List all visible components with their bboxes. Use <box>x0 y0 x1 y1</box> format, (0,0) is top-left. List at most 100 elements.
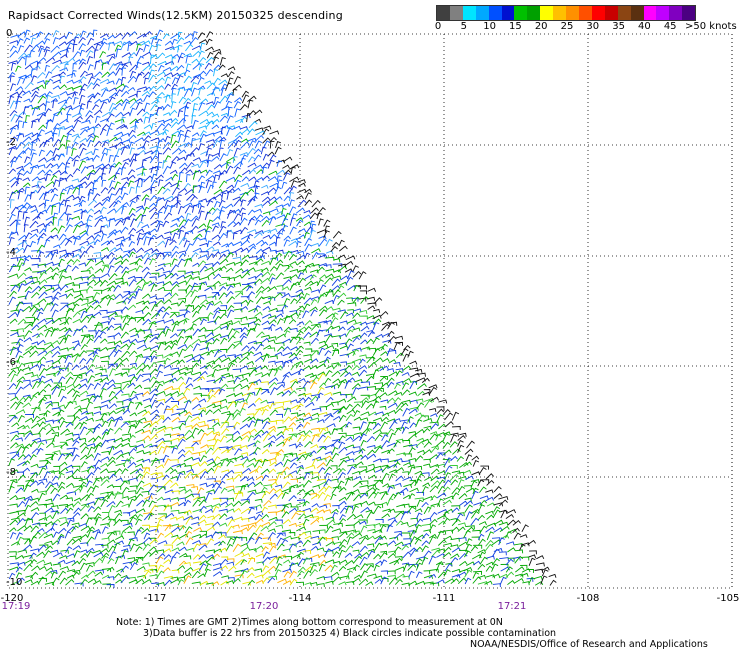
wind-barb <box>32 437 42 442</box>
wind-barb <box>185 271 194 276</box>
wind-barb <box>22 177 30 182</box>
wind-barb <box>156 416 165 423</box>
wind-barb <box>148 546 157 552</box>
wind-barb <box>108 63 117 71</box>
wind-barb <box>94 321 102 331</box>
wind-barb <box>79 147 87 157</box>
wind-barb <box>254 311 263 317</box>
wind-barb <box>206 538 215 545</box>
wind-barb <box>52 51 62 58</box>
wind-barb <box>22 136 32 143</box>
wind-barb <box>318 254 328 259</box>
wind-barb <box>311 263 320 268</box>
wind-barb <box>136 565 146 571</box>
wind-barb <box>232 536 240 545</box>
wind-barb <box>36 416 47 423</box>
wind-barb <box>198 185 205 194</box>
wind-barb <box>373 318 382 325</box>
wind-barb <box>85 181 95 189</box>
wind-barb <box>17 362 25 370</box>
wind-barb <box>254 574 264 579</box>
wind-barb <box>255 176 264 182</box>
wind-barb <box>415 546 423 553</box>
wind-barb <box>247 346 256 352</box>
wind-barb <box>30 422 41 429</box>
wind-barb <box>269 402 276 410</box>
wind-barb <box>295 207 306 214</box>
legend-units-label: >50 knots <box>685 21 737 32</box>
wind-barb <box>39 512 46 517</box>
wind-barb <box>226 543 234 551</box>
legend-tick-label: 30 <box>586 21 600 32</box>
wind-barb <box>218 534 226 540</box>
legend-tick-label: 20 <box>534 21 548 32</box>
wind-barb <box>80 552 88 559</box>
wind-barb <box>288 443 297 448</box>
wind-barb <box>44 130 54 135</box>
wind-barb <box>302 365 312 371</box>
wind-barb <box>387 540 397 546</box>
wind-barb <box>283 400 292 405</box>
wind-barb <box>444 535 453 540</box>
wind-barb <box>366 385 377 390</box>
wind-barb <box>192 412 203 418</box>
wind-barb <box>430 413 438 418</box>
wind-barb <box>8 296 16 305</box>
wind-barb <box>198 125 208 130</box>
wind-barb <box>108 349 117 358</box>
wind-barb <box>386 497 394 506</box>
wind-barb <box>149 420 159 428</box>
wind-barb <box>486 522 497 528</box>
legend-swatch <box>540 6 554 20</box>
wind-barb <box>53 110 63 116</box>
wind-barb <box>282 202 290 207</box>
wind-barb <box>318 467 326 474</box>
wind-barb <box>303 341 311 346</box>
wind-barb <box>219 139 225 148</box>
wind-barb <box>241 272 251 279</box>
wind-barb <box>15 301 24 311</box>
wind-barb <box>296 240 302 248</box>
wind-barb <box>199 237 207 242</box>
wind-barb <box>338 486 347 493</box>
wind-barb <box>86 82 95 89</box>
wind-barb <box>156 496 165 502</box>
wind-barb <box>45 295 53 300</box>
wind-barb <box>304 358 314 363</box>
wind-barb <box>106 484 115 489</box>
wind-barb <box>122 158 131 163</box>
wind-barb <box>312 529 321 535</box>
wind-barb <box>65 497 74 502</box>
wind-barb <box>218 180 228 189</box>
wind-barb <box>43 423 52 428</box>
wind-barb <box>150 409 160 416</box>
wind-barb <box>338 446 348 454</box>
wind-barb <box>99 387 107 397</box>
wind-barb <box>80 397 90 402</box>
wind-barb <box>185 377 193 384</box>
wind-barb <box>268 216 277 226</box>
wind-barb <box>59 90 68 96</box>
wind-barb <box>78 36 86 44</box>
wind-barb <box>114 118 125 123</box>
wind-barb <box>211 155 220 161</box>
wind-barb <box>451 492 460 500</box>
wind-barb <box>59 566 70 571</box>
wind-barb <box>303 210 311 215</box>
wind-barb <box>121 85 129 92</box>
wind-barb <box>114 181 121 189</box>
wind-barb <box>318 309 327 317</box>
wind-barb <box>239 157 246 167</box>
wind-barb <box>255 343 265 352</box>
wind-barb <box>240 546 251 554</box>
wind-barb <box>325 288 334 298</box>
wind-barb <box>311 407 322 412</box>
wind-barb <box>298 268 308 273</box>
wind-barb <box>16 338 24 346</box>
wind-barb <box>73 237 80 246</box>
wind-barb <box>226 387 235 392</box>
wind-barb <box>253 351 263 357</box>
wind-barb <box>86 285 94 292</box>
wind-barb <box>171 258 178 266</box>
wind-barb <box>428 504 436 513</box>
